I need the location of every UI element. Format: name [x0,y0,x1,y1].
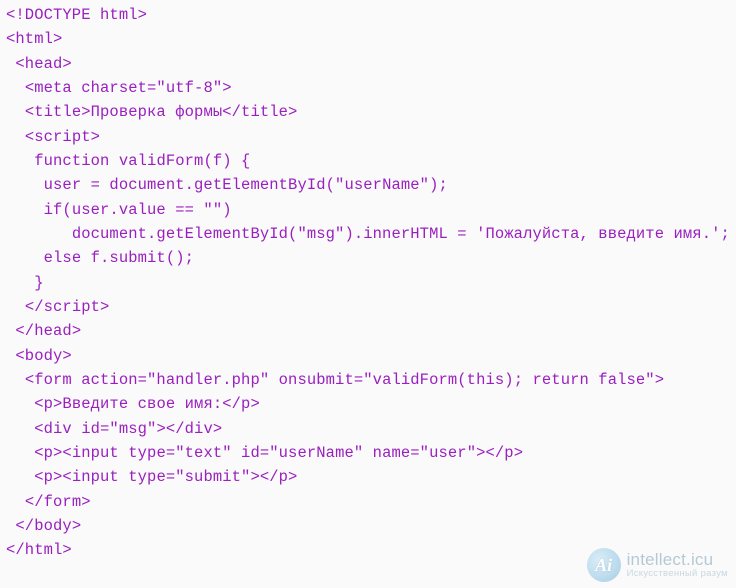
code-line: <p><input type="submit"></p> [6,468,297,486]
code-line: document.getElementById("msg").innerHTML… [6,225,730,243]
code-line: </form> [6,493,91,511]
code-line: </script> [6,298,109,316]
code-line: <p>Введите свое имя:</p> [6,395,260,413]
code-line: <body> [6,347,72,365]
code-line: else f.submit(); [6,249,194,267]
watermark-subtitle: Искусственный разум [627,569,728,579]
code-line: <div id="msg"></div> [6,420,222,438]
code-line: <form action="handler.php" onsubmit="val… [6,371,664,389]
code-line: <title>Проверка формы</title> [6,103,297,121]
code-line: </head> [6,322,81,340]
code-line: <script> [6,128,100,146]
code-line: <html> [6,30,62,48]
code-line: user = document.getElementById("userName… [6,176,448,194]
code-line: <!DOCTYPE html> [6,6,147,24]
code-line: <meta charset="utf-8"> [6,79,232,97]
code-block: <!DOCTYPE html> <html> <head> <meta char… [0,0,736,569]
code-line: } [6,274,44,292]
code-line: function validForm(f) { [6,152,250,170]
code-line: <p><input type="text" id="userName" name… [6,444,523,462]
code-line: </html> [6,541,72,559]
code-line: </body> [6,517,81,535]
code-line: <head> [6,55,72,73]
code-line: if(user.value == "") [6,201,232,219]
